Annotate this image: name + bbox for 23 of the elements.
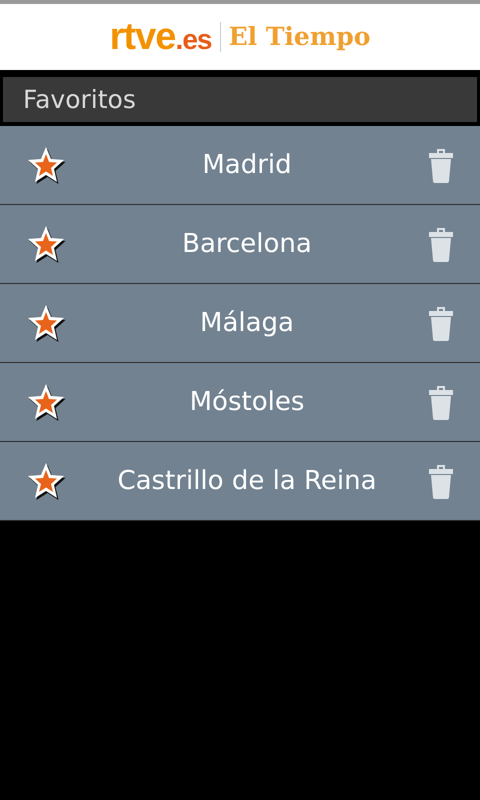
city-name: Barcelona bbox=[181, 228, 313, 260]
star-icon bbox=[26, 145, 66, 185]
section-title: Favoritos bbox=[23, 84, 136, 116]
favorite-row[interactable]: Barcelona bbox=[0, 205, 480, 284]
favorite-row[interactable]: Castrillo de la Reina bbox=[0, 442, 480, 521]
city-name: Málaga bbox=[199, 306, 295, 340]
star-icon bbox=[26, 461, 66, 501]
trash-icon[interactable] bbox=[428, 226, 454, 262]
star-icon bbox=[26, 382, 66, 422]
star-icon bbox=[26, 224, 66, 264]
city-name: Madrid bbox=[201, 148, 293, 182]
trash-icon[interactable] bbox=[428, 384, 454, 420]
logo: rtve.es bbox=[110, 18, 212, 56]
trash-icon[interactable] bbox=[428, 305, 454, 341]
city-name: Castrillo de la Reina bbox=[116, 464, 378, 498]
trash-icon[interactable] bbox=[428, 463, 454, 499]
favorite-row[interactable]: Málaga bbox=[0, 284, 480, 363]
star-icon bbox=[26, 303, 66, 343]
city-name: Móstoles bbox=[188, 386, 306, 418]
favorite-row[interactable]: Madrid bbox=[0, 126, 480, 205]
app-title: El Tiempo bbox=[228, 21, 370, 54]
favorite-row[interactable]: Móstoles bbox=[0, 363, 480, 442]
trash-icon[interactable] bbox=[428, 147, 454, 183]
